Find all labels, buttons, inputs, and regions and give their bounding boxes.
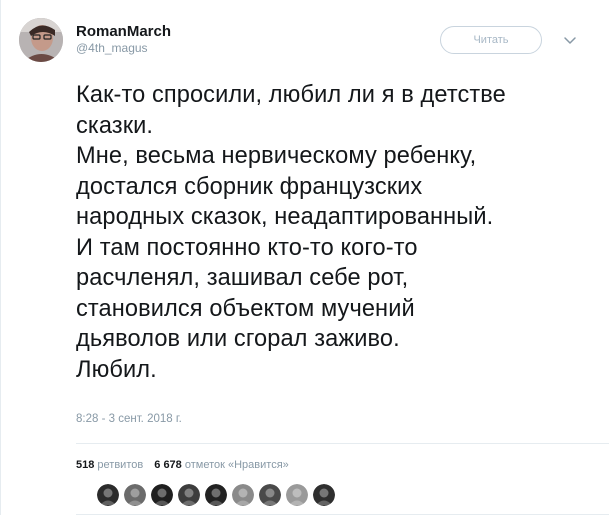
tweet-text: Как-то спросили, любил ли я в детстве ск… (76, 80, 596, 385)
divider (76, 443, 609, 444)
likes-count: 6 678 (154, 459, 182, 471)
avatar-5[interactable] (205, 484, 227, 506)
tweet-timestamp[interactable]: 8:28 - 3 сент. 2018 г. (76, 413, 182, 425)
follow-button[interactable]: Читать (440, 26, 542, 54)
tweet-text-line: дьяволов или сгорал заживо. (76, 326, 400, 352)
author-avatar[interactable] (19, 18, 63, 62)
author-username[interactable]: @4th_magus (76, 41, 148, 55)
author-avatar-image (19, 18, 63, 62)
tweet-text-line: Любил. (76, 356, 157, 383)
timeline-border (0, 0, 1, 515)
avatar-1[interactable] (97, 484, 119, 506)
chevron-down-icon[interactable] (562, 32, 578, 48)
avatar-3[interactable] (151, 484, 173, 506)
tweet-text-line: Как-то спросили, любил ли я в детстве (76, 82, 506, 108)
likes-label: отметок «Нравится» (184, 459, 289, 471)
avatar-6[interactable] (232, 484, 254, 506)
tweet-card: RomanMarch @4th_magus Читать Как-то спро… (0, 0, 609, 515)
likes-stat[interactable]: 6 678 отметок «Нравится» (154, 459, 293, 471)
avatar-2[interactable] (124, 484, 146, 506)
author-display-name[interactable]: RomanMarch (76, 23, 171, 40)
retweets-count: 518 (76, 459, 95, 471)
tweet-text-line: достался сборник французских (76, 173, 423, 200)
tweet-stats: 518 ретвитов 6 678 отметок «Нравится» (76, 459, 297, 471)
retweets-label: ретвитов (97, 459, 144, 471)
tweet-text-line: народных сказок, неадаптированный. (76, 204, 494, 230)
avatar-7[interactable] (259, 484, 281, 506)
avatar-8[interactable] (286, 484, 308, 506)
retweets-stat[interactable]: 518 ретвитов (76, 459, 147, 471)
tweet-text-line: И там постоянно кто-то кого-то (76, 234, 418, 261)
tweet-text-line: расчленял, зашивал себе рот, (76, 265, 409, 291)
tweet-text-line: сказки. (76, 112, 154, 139)
avatar-9[interactable] (313, 484, 335, 506)
tweet-text-line: Мне, весьма нервическому ребенку, (76, 143, 477, 169)
avatar-4[interactable] (178, 484, 200, 506)
tweet-text-line: становился объектом мучений (76, 295, 415, 322)
